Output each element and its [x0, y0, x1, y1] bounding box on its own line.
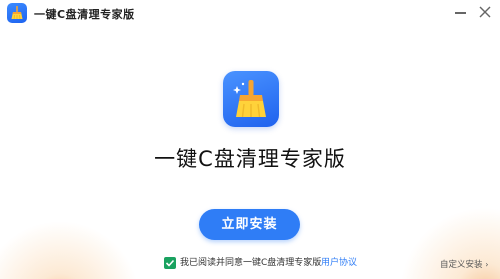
- user-agreement-link[interactable]: 用户协议: [321, 257, 357, 269]
- broom-icon: [223, 71, 279, 127]
- agreement-checkbox[interactable]: [164, 257, 176, 269]
- app-broom-icon: [7, 3, 27, 23]
- custom-install-label: 自定义安装: [440, 260, 483, 270]
- window-title: 一键C盘清理专家版: [34, 8, 135, 21]
- minimize-button[interactable]: [450, 2, 472, 22]
- custom-install-link[interactable]: 自定义安装 ›: [440, 259, 488, 271]
- installer-window: 一键C盘清理专家版 一键C盘清理专家版 立即安装 我已阅读并同意一键C盘清理专家…: [0, 0, 500, 279]
- close-icon: [479, 6, 491, 18]
- title-bar[interactable]: 一键C盘清理专家版: [0, 0, 500, 26]
- install-now-button[interactable]: 立即安装: [199, 209, 300, 240]
- check-icon: [165, 259, 175, 267]
- close-button[interactable]: [474, 2, 496, 22]
- agreement-text: 我已阅读并同意一键C盘清理专家版: [180, 258, 322, 268]
- product-name: 一键C盘清理专家版: [154, 147, 346, 171]
- chevron-right-icon: ›: [485, 260, 489, 269]
